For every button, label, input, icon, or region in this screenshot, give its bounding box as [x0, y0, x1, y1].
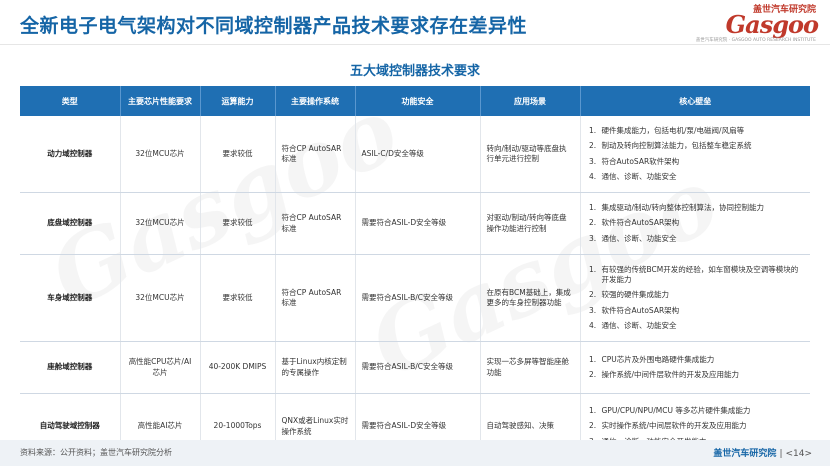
table-row: 座舱域控制器 高性能CPU芯片/AI芯片 40-200K DMIPS 基于Lin… [20, 341, 810, 394]
row-os: 符合CP AutoSAR标准 [275, 192, 356, 255]
table-row: 动力域控制器 32位MCU芯片 要求较低 符合CP AutoSAR标准 ASIL… [20, 116, 810, 193]
header-cell-safety: 功能安全 [355, 86, 481, 116]
row-safety: 需要符合ASIL-B/C安全等级 [355, 254, 481, 342]
source-note: 资料来源：公开资料；盖世汽车研究院分析 [20, 448, 172, 457]
row-os: 符合CP AutoSAR标准 [275, 116, 356, 193]
footer-brand-name: 盖世汽车研究院 [713, 449, 777, 459]
header-cell-os: 主要操作系统 [275, 86, 356, 116]
barrier-item: 软件符合AutoSAR架构 [599, 306, 805, 316]
header-divider [0, 44, 830, 45]
barrier-item: 集成驱动/制动/转向整体控制算法，协同控制能力 [599, 203, 805, 213]
barrier-item: 符合AutoSAR软件架构 [599, 157, 805, 167]
header-cell-chip: 主要芯片性能要求 [120, 86, 201, 116]
row-barriers: CPU芯片及外围电路硬件集成能力 操作系统/中间件层软件的开发及应用能力 [580, 341, 810, 394]
row-chip: 高性能CPU芯片/AI芯片 [120, 341, 201, 394]
barrier-item: 软件符合AutoSAR架构 [599, 218, 805, 228]
row-compute: 要求较低 [200, 116, 276, 193]
barrier-item: 较强的硬件集成能力 [599, 290, 805, 300]
barrier-item: 实时操作系统/中间层软件的开发及应用能力 [599, 421, 805, 431]
barrier-item: 硬件集成能力，包括电机/泵/电磁阀/风扇等 [599, 126, 805, 136]
logo-wordmark: Gasgoo [725, 10, 819, 39]
page-title: 全新电子电气架构对不同域控制器产品技术要求存在差异性 [20, 15, 528, 37]
barrier-item: 操作系统/中间件层软件的开发及应用能力 [599, 370, 805, 380]
domain-controller-table: 类型 主要芯片性能要求 运算能力 主要操作系统 功能安全 应用场景 核心壁垒 动… [20, 86, 810, 460]
row-barriers: 硬件集成能力，包括电机/泵/电磁阀/风扇等 制动及转向控制算法能力，包括整车稳定… [580, 116, 810, 193]
row-safety: ASIL-C/D安全等级 [355, 116, 481, 193]
row-os: 基于Linux内核定制的专属操作 [275, 341, 356, 394]
gasgoo-logo: 盖世汽车研究院 Gasgoo 盖世汽车研究院 · GASGOO AUTO RES… [696, 2, 820, 44]
header-cell-type: 类型 [20, 86, 121, 116]
row-safety: 需要符合ASIL-B/C安全等级 [355, 341, 481, 394]
barrier-item: 通信、诊断、功能安全 [599, 321, 805, 331]
row-scenario: 实现一芯多屏等智能座舱功能 [480, 341, 581, 394]
row-barriers: 集成驱动/制动/转向整体控制算法，协同控制能力 软件符合AutoSAR架构 通信… [580, 192, 810, 255]
row-scenario: 在原有BCM基础上，集成更多的车身控制器功能 [480, 254, 581, 342]
row-type: 车身域控制器 [20, 254, 121, 342]
header-cell-barriers: 核心壁垒 [580, 86, 810, 116]
row-type: 座舱域控制器 [20, 341, 121, 394]
row-type: 动力域控制器 [20, 116, 121, 193]
row-os: 符合CP AutoSAR标准 [275, 254, 356, 342]
row-barriers: 有较强的传统BCM开发的经验，如车窗模块及空调等模块的开发能力 较强的硬件集成能… [580, 254, 810, 342]
footer-brand: 盖世汽车研究院 | <14> [713, 449, 812, 459]
row-type: 底盘域控制器 [20, 192, 121, 255]
row-compute: 要求较低 [200, 192, 276, 255]
table-row: 车身域控制器 32位MCU芯片 要求较低 符合CP AutoSAR标准 需要符合… [20, 254, 810, 342]
header-cell-compute: 运算能力 [200, 86, 276, 116]
row-safety: 需要符合ASIL-D安全等级 [355, 192, 481, 255]
row-scenario: 转向/制动/驱动等底盘执行单元进行控制 [480, 116, 581, 193]
row-chip: 32位MCU芯片 [120, 254, 201, 342]
barrier-item: CPU芯片及外围电路硬件集成能力 [599, 355, 805, 365]
row-scenario: 对驱动/制动/转向等底盘操作功能进行控制 [480, 192, 581, 255]
row-chip: 32位MCU芯片 [120, 192, 201, 255]
barrier-item: 通信、诊断、功能安全 [599, 172, 805, 182]
page-number: <14> [785, 449, 812, 459]
barrier-item: 有较强的传统BCM开发的经验，如车窗模块及空调等模块的开发能力 [599, 265, 805, 285]
comparison-table-wrapper: 类型 主要芯片性能要求 运算能力 主要操作系统 功能安全 应用场景 核心壁垒 动… [20, 86, 810, 460]
header-cell-scenario: 应用场景 [480, 86, 581, 116]
table-title: 五大域控制器技术要求 [349, 64, 480, 79]
logo-subtext: 盖世汽车研究院 · GASGOO AUTO RESEARCH INSTITUTE [695, 38, 816, 43]
header: 全新电子电气架构对不同域控制器产品技术要求存在差异性 盖世汽车研究院 Gasgo… [0, 0, 830, 46]
row-compute: 40-200K DMIPS [200, 341, 276, 394]
barrier-item: 制动及转向控制算法能力，包括整车稳定系统 [599, 141, 805, 151]
table-row: 底盘域控制器 32位MCU芯片 要求较低 符合CP AutoSAR标准 需要符合… [20, 192, 810, 255]
barrier-item: GPU/CPU/NPU/MCU 等多芯片硬件集成能力 [599, 406, 805, 416]
barrier-item: 通信、诊断、功能安全 [599, 234, 805, 244]
row-chip: 32位MCU芯片 [120, 116, 201, 193]
row-compute: 要求较低 [200, 254, 276, 342]
table-header-row: 类型 主要芯片性能要求 运算能力 主要操作系统 功能安全 应用场景 核心壁垒 [20, 86, 810, 116]
